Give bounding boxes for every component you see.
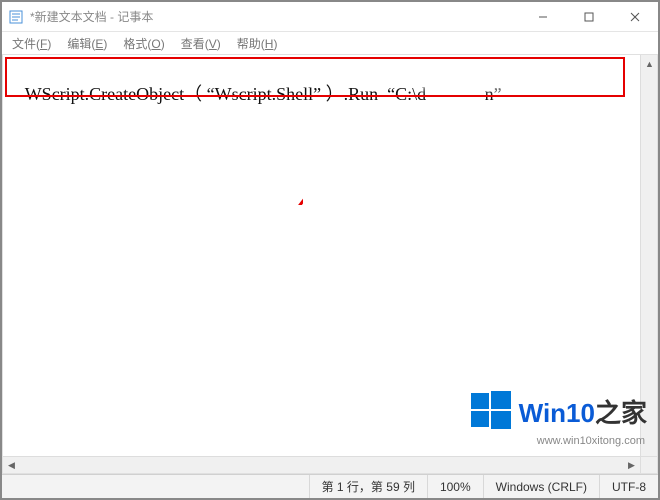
menu-file[interactable]: 文件(F) bbox=[6, 33, 57, 54]
status-encoding: Windows (CRLF) bbox=[483, 475, 599, 498]
scroll-left-button[interactable]: ◀ bbox=[3, 457, 20, 474]
scroll-v-track[interactable] bbox=[641, 72, 657, 456]
close-button[interactable] bbox=[612, 2, 658, 32]
statusbar: 第 1 行，第 59 列 100% Windows (CRLF) UTF-8 bbox=[2, 474, 658, 498]
scrollbar-corner bbox=[640, 456, 657, 473]
window-title: *新建文本文档 - 记事本 bbox=[30, 8, 520, 25]
notepad-icon bbox=[8, 9, 24, 25]
horizontal-scrollbar[interactable]: ◀ ▶ bbox=[3, 456, 640, 473]
menu-view[interactable]: 查看(V) bbox=[175, 33, 227, 54]
minimize-button[interactable] bbox=[520, 2, 566, 32]
menu-help[interactable]: 帮助(H) bbox=[231, 33, 284, 54]
redacted-region bbox=[427, 58, 502, 80]
vertical-scrollbar[interactable]: ▲ ▼ bbox=[640, 55, 657, 473]
menu-edit[interactable]: 编辑(E) bbox=[61, 33, 113, 54]
status-zoom: 100% bbox=[427, 475, 483, 498]
status-position: 第 1 行，第 59 列 bbox=[309, 475, 427, 498]
text-editor[interactable]: WScript.CreateObject（ “Wscript.Shell” ）.… bbox=[3, 55, 657, 473]
titlebar: *新建文本文档 - 记事本 bbox=[2, 2, 658, 32]
scroll-h-track[interactable] bbox=[20, 457, 623, 473]
maximize-button[interactable] bbox=[566, 2, 612, 32]
menubar: 文件(F) 编辑(E) 格式(O) 查看(V) 帮助(H) bbox=[2, 32, 658, 54]
menu-format[interactable]: 格式(O) bbox=[117, 33, 170, 54]
watermark-url: www.win10xitong.com bbox=[537, 435, 645, 447]
scroll-right-button[interactable]: ▶ bbox=[623, 457, 640, 474]
editor-area: WScript.CreateObject（ “Wscript.Shell” ）.… bbox=[2, 54, 658, 474]
status-eol: UTF-8 bbox=[599, 475, 658, 498]
scroll-up-button[interactable]: ▲ bbox=[641, 55, 658, 72]
window-controls bbox=[520, 2, 658, 32]
text-line-1: WScript.CreateObject（ “Wscript.Shell” ）.… bbox=[25, 84, 502, 104]
